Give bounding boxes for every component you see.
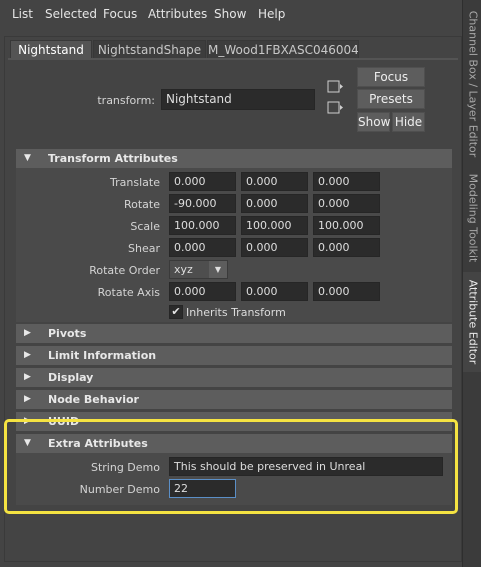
menu-show[interactable]: Show: [214, 7, 246, 21]
rotate-x-field[interactable]: -90.000: [169, 194, 236, 213]
node-name-field[interactable]: Nightstand: [161, 89, 315, 110]
translate-y-field[interactable]: 0.000: [241, 172, 308, 191]
collapse-triangle-icon: ▶: [24, 350, 31, 360]
scale-z-field[interactable]: 100.000: [313, 216, 380, 235]
section-transform-attributes[interactable]: ▼ Transform Attributes: [16, 149, 452, 168]
scale-y-field[interactable]: 100.000: [241, 216, 308, 235]
section-display[interactable]: ▶ Display: [16, 368, 452, 387]
expand-triangle-icon: ▼: [24, 153, 31, 163]
tab-modeling-toolkit[interactable]: Modeling Toolkit: [463, 168, 481, 268]
collapse-triangle-icon: ▶: [24, 372, 31, 382]
rotate-axis-z-field[interactable]: 0.000: [313, 282, 380, 301]
menu-list[interactable]: List: [12, 7, 33, 21]
presets-button[interactable]: Presets: [357, 89, 425, 109]
load-input-icon[interactable]: [327, 80, 343, 93]
inherits-transform-checkbox[interactable]: ✔: [169, 305, 183, 319]
shear-label: Shear: [128, 242, 160, 255]
menu-selected[interactable]: Selected: [45, 7, 97, 21]
side-tab-bar: Channel Box / Layer Editor Modeling Tool…: [462, 0, 481, 567]
translate-z-field[interactable]: 0.000: [313, 172, 380, 191]
section-title: Transform Attributes: [48, 152, 178, 165]
rotate-axis-y-field[interactable]: 0.000: [241, 282, 308, 301]
menu-bar: List Selected Focus Attributes Show Help: [0, 0, 462, 28]
rotate-axis-x-field[interactable]: 0.000: [169, 282, 236, 301]
menu-focus[interactable]: Focus: [103, 7, 137, 21]
tab-nightstand[interactable]: Nightstand: [10, 40, 92, 59]
show-button[interactable]: Show: [357, 112, 390, 132]
tab-attribute-editor[interactable]: Attribute Editor: [463, 272, 481, 372]
tab-channel-box[interactable]: Channel Box / Layer Editor: [463, 4, 481, 164]
highlight-box: [4, 419, 458, 514]
translate-x-field[interactable]: 0.000: [169, 172, 236, 191]
collapse-triangle-icon: ▶: [24, 394, 31, 404]
transform-label: transform:: [97, 94, 155, 107]
focus-button[interactable]: Focus: [357, 67, 425, 87]
section-limit-information[interactable]: ▶ Limit Information: [16, 346, 452, 365]
menu-help[interactable]: Help: [258, 7, 285, 21]
scale-x-field[interactable]: 100.000: [169, 216, 236, 235]
section-pivots[interactable]: ▶ Pivots: [16, 324, 452, 343]
shear-y-field[interactable]: 0.000: [241, 238, 308, 257]
section-node-behavior[interactable]: ▶ Node Behavior: [16, 390, 452, 409]
rotate-order-dropdown[interactable]: xyz ▼: [169, 260, 228, 279]
tab-nightstand-shape[interactable]: NightstandShape: [93, 40, 206, 59]
rotate-z-field[interactable]: 0.000: [313, 194, 380, 213]
rotate-order-value: xyz: [174, 263, 193, 276]
collapse-triangle-icon: ▶: [24, 328, 31, 338]
menu-attributes[interactable]: Attributes: [148, 7, 207, 21]
rotate-axis-label: Rotate Axis: [97, 286, 160, 299]
load-output-icon[interactable]: [327, 101, 343, 114]
rotate-y-field[interactable]: 0.000: [241, 194, 308, 213]
rotate-order-label: Rotate Order: [89, 264, 160, 277]
scale-label: Scale: [130, 220, 160, 233]
translate-label: Translate: [110, 176, 160, 189]
shear-x-field[interactable]: 0.000: [169, 238, 236, 257]
shear-z-field[interactable]: 0.000: [313, 238, 380, 257]
tab-underline: [8, 58, 458, 60]
inherits-transform-label: Inherits Transform: [186, 306, 286, 319]
hide-button[interactable]: Hide: [392, 112, 425, 132]
tab-material[interactable]: M_Wood1FBXASC046004: [207, 40, 359, 59]
chevron-down-icon: ▼: [209, 261, 227, 278]
rotate-label: Rotate: [123, 198, 160, 211]
